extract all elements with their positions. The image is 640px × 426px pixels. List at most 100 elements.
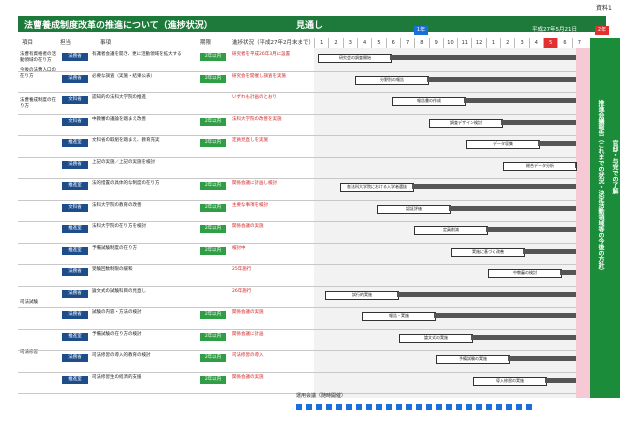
footer-dot <box>316 404 322 410</box>
deadline-badge: 2年以内 <box>200 225 226 233</box>
deadline-badge: 2年以内 <box>200 354 226 362</box>
owner-tag: 法務省 <box>62 354 88 362</box>
timeline-bar <box>575 162 576 168</box>
status-text: 関係会議に計画 <box>232 331 264 337</box>
deadline-badge: 2年以内 <box>200 74 226 83</box>
timeline-bar <box>390 55 576 60</box>
row-divider <box>18 113 576 115</box>
month-cell: 9 <box>428 38 443 48</box>
timeline-bar <box>523 248 576 254</box>
footer-dot <box>396 404 402 410</box>
owner-tag: 法務省 <box>62 74 88 83</box>
status-text: 法科大学院の改善を実施 <box>232 116 282 122</box>
footer-dot <box>296 404 302 410</box>
task-text: 中教審の議論を踏まえ改善 <box>92 116 146 122</box>
status-text: 研究会を開催し調査を実施 <box>232 73 286 79</box>
timeline-box: 導入修習の実施 <box>473 376 547 386</box>
row-divider <box>18 178 576 179</box>
row-divider <box>18 70 576 72</box>
status-text: 25年施行 <box>232 267 252 272</box>
timeline-bar <box>434 313 576 318</box>
footer-dot <box>466 404 472 410</box>
status-text: 検討中 <box>232 245 246 251</box>
task-text: 認知的の法科大学院の推進 <box>92 95 146 100</box>
month-cell: 5 <box>543 38 558 48</box>
right-band-text-1: 推進会議報告（これまでの状況・決定活動領域等の今後の方針） <box>597 100 604 274</box>
task-text: 試験の内容・方法の検討 <box>92 310 142 315</box>
deadline-badge: 2年以内 <box>200 203 226 212</box>
month-cell: 7 <box>571 38 586 48</box>
row-divider <box>18 285 576 287</box>
month-cell: 10 <box>442 38 457 48</box>
owner-tag: 文科省 <box>62 117 88 126</box>
deadline-badge: 2年以内 <box>200 332 226 341</box>
row-divider <box>18 264 576 265</box>
right-band-text-2: 官邸・与党での了解 <box>611 140 618 194</box>
owner-tag: 推進室 <box>62 139 88 147</box>
col-item: 項目 <box>22 40 34 46</box>
timeline-bar <box>560 270 576 275</box>
month-cell: 11 <box>457 38 471 48</box>
date-label: 平成27年5月21日 <box>532 27 577 33</box>
footer-dot <box>336 404 342 410</box>
owner-tag: 文科省 <box>62 203 88 212</box>
month-cell: 7 <box>399 38 414 48</box>
month-cell: 5 <box>371 38 385 48</box>
timeline-bar <box>508 356 576 361</box>
task-text: 論文式の試験科目の見直し <box>92 288 146 294</box>
status-text: 定員見直しを実施 <box>232 138 268 143</box>
outlook-label: 見通し <box>296 21 324 31</box>
footer-dot <box>356 404 362 410</box>
timeline-bar <box>545 377 576 383</box>
section-label: 法曹養成制度の在り方 <box>20 98 56 109</box>
task-text: 上記の実施／上記の実施を検討 <box>92 159 155 165</box>
month-cell: 1 <box>485 38 500 48</box>
deadline-badge: 2年以内 <box>200 53 226 61</box>
footer-dot <box>306 404 312 410</box>
owner-tag: 推進室 <box>62 375 88 384</box>
month-cell: 1 <box>314 38 328 48</box>
timeline-bar <box>464 98 576 103</box>
timeline-box: 中教審の検討 <box>488 269 562 278</box>
task-text: 司法修習生の経済的支援 <box>92 374 142 380</box>
footer-dot <box>496 404 502 410</box>
month-cell: 3 <box>342 38 357 48</box>
status-text: いずれも計画のとおり <box>232 95 277 100</box>
footer-dot <box>436 404 442 410</box>
col-owner: 担当 <box>60 40 72 46</box>
timeline-bar <box>427 76 576 82</box>
document-label: 資料1 <box>596 5 612 12</box>
status-text: 26年施行 <box>232 288 252 294</box>
deadline-badge: 2年以内 <box>200 117 226 126</box>
timeline-box: 予備試験の実施 <box>436 355 510 364</box>
year-tag-2: 2年 <box>595 26 609 35</box>
owner-tag: 法務省 <box>62 289 88 298</box>
task-text: 必要な調査（実施・結果公表） <box>92 73 155 79</box>
footer-dot <box>346 404 352 410</box>
deadline-badge: 2年以内 <box>200 139 226 147</box>
month-cell: 6 <box>557 38 571 48</box>
task-text: 法的措置の具体的な制度の在り方 <box>92 181 160 186</box>
owner-tag: 法務省 <box>62 311 88 319</box>
section-label: 法曹有資格者の活動領域の在り方 <box>20 52 56 63</box>
timeline-box: 定員削減 <box>414 226 488 235</box>
month-header: 1 2 3 4 5 6 7 8 9 10 11 12 1 2 3 4 5 6 7 <box>314 38 586 48</box>
col-status: 進捗状況（平成27年2月末まで） <box>232 40 314 46</box>
status-text: 主要な事項を検討 <box>232 202 268 208</box>
footer-dot <box>366 404 372 410</box>
deadline-badge: 2年以内 <box>200 182 226 190</box>
status-text: 関係会議に計画し検討 <box>232 181 277 186</box>
footer-dot <box>426 404 432 410</box>
task-text: 有識者会議を開き、更に活動領域を拡大する <box>92 52 182 57</box>
row-divider <box>18 199 576 201</box>
col-task: 事項 <box>100 40 112 46</box>
month-cell: 2 <box>328 38 342 48</box>
status-text: 関係会議の実施 <box>232 224 264 229</box>
row-divider <box>18 221 576 222</box>
task-text: 法科大学院の教育の改善 <box>92 202 142 208</box>
page-title: 法曹養成制度改革の推進について（進捗状況） <box>24 21 213 31</box>
owner-tag: 推進室 <box>62 225 88 233</box>
status-text: 関係会議の実施 <box>232 374 264 380</box>
status-text: 司法修習の導入 <box>232 353 264 358</box>
deadline-badge: 2年以内 <box>200 375 226 384</box>
